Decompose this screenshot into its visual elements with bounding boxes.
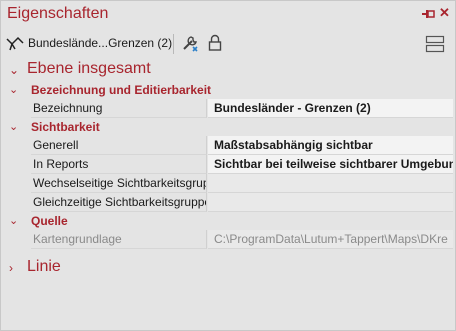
properties-panel: Eigenschaften ✕ Bundeslände...Grenzen (2…	[0, 0, 456, 331]
lock-icon[interactable]	[208, 34, 222, 52]
view-toggle-icon[interactable]	[425, 34, 445, 54]
section-label: Linie	[27, 258, 61, 275]
property-value: C:\ProgramData\Lutum+Tappert\Maps\DKre	[208, 230, 453, 249]
close-icon[interactable]: ✕	[439, 6, 450, 20]
property-value[interactable]	[208, 174, 453, 193]
property-name: Kartengrundlage	[31, 230, 207, 249]
property-value[interactable]: Bundesländer - Grenzen (2)	[208, 99, 453, 118]
category-label: Bezeichnung und Editierbarkeit	[31, 83, 212, 97]
property-name: Wechselseitige Sichtbarkeitsgruppe	[31, 174, 207, 193]
category-label: Quelle	[31, 214, 68, 228]
chevron-down-icon: ⌄	[9, 215, 19, 227]
section-ebene-insgesamt[interactable]: ⌄ Ebene insgesamt	[1, 60, 455, 80]
property-name: Generell	[31, 136, 207, 155]
pin-icon[interactable]	[421, 8, 435, 20]
property-row-wechselseitige[interactable]: Wechselseitige Sichtbarkeitsgruppe	[3, 174, 453, 193]
tools-icon[interactable]	[181, 34, 199, 52]
property-value[interactable]	[208, 193, 453, 212]
toolbar-divider	[173, 34, 174, 54]
panel-title: Eigenschaften	[7, 5, 109, 22]
panel-toolbar: Bundeslände...Grenzen (2)	[1, 31, 455, 57]
category-bezeichnung[interactable]: ⌄ Bezeichnung und Editierbarkeit	[3, 81, 453, 99]
property-row-generell[interactable]: Generell Maßstabsabhängig sichtbar	[3, 136, 453, 155]
property-row-kartengrundlage: Kartengrundlage C:\ProgramData\Lutum+Tap…	[3, 230, 453, 249]
line-layer-icon	[6, 36, 24, 51]
property-grid: ⌄ Bezeichnung und Editierbarkeit Bezeich…	[3, 81, 453, 249]
chevron-down-icon: ⌄	[9, 63, 20, 77]
property-value[interactable]: Sichtbar bei teilweise sichtbarer Umgebu…	[208, 155, 453, 174]
layer-selector[interactable]: Bundeslände...Grenzen (2)	[28, 36, 172, 50]
section-linie[interactable]: › Linie	[1, 258, 455, 278]
category-label: Sichtbarkeit	[31, 120, 100, 134]
chevron-down-icon: ⌄	[9, 84, 19, 96]
property-row-in-reports[interactable]: In Reports Sichtbar bei teilweise sichtb…	[3, 155, 453, 174]
section-label: Ebene insgesamt	[27, 60, 151, 77]
property-row-gleichzeitige[interactable]: Gleichzeitige Sichtbarkeitsgruppe	[3, 193, 453, 212]
category-quelle[interactable]: ⌄ Quelle	[3, 212, 453, 230]
property-name: Bezeichnung	[31, 99, 207, 118]
property-name: Gleichzeitige Sichtbarkeitsgruppe	[31, 193, 207, 212]
chevron-right-icon: ›	[9, 261, 13, 275]
chevron-down-icon: ⌄	[9, 121, 19, 133]
category-sichtbarkeit[interactable]: ⌄ Sichtbarkeit	[3, 118, 453, 136]
property-value[interactable]: Maßstabsabhängig sichtbar	[208, 136, 453, 155]
property-row-bezeichnung[interactable]: Bezeichnung Bundesländer - Grenzen (2)	[3, 99, 453, 118]
property-name: In Reports	[31, 155, 207, 174]
panel-titlebar: Eigenschaften ✕	[1, 1, 455, 29]
